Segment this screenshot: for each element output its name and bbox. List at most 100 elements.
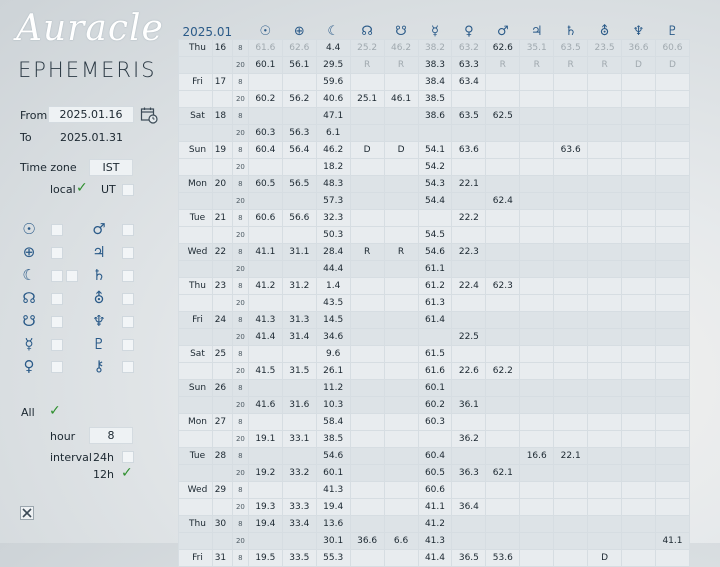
table-cell bbox=[587, 311, 623, 329]
venus-checkbox[interactable] bbox=[51, 361, 63, 373]
mercury-checkbox[interactable] bbox=[51, 339, 63, 351]
table-cell bbox=[485, 175, 521, 193]
table-cell: 23.5 bbox=[587, 39, 623, 57]
table-cell bbox=[349, 192, 385, 210]
table-cell bbox=[654, 124, 691, 142]
close-icon[interactable] bbox=[20, 505, 34, 524]
table-cell: R bbox=[587, 56, 623, 74]
ephemeris-table: 2025.01 ☉ ⊕ ☾ ☊ ☋ ☿ ♀ ♂ ♃ ♄ ⛢ ♆ ♇ Thu 16 8 61.6 62.6 4.4 2… bbox=[178, 24, 691, 567]
table-cell bbox=[587, 243, 623, 261]
chiron-icon: ⚷ bbox=[93, 357, 105, 375]
table-cell bbox=[621, 532, 656, 550]
table-cell bbox=[451, 90, 487, 108]
table-cell bbox=[349, 226, 385, 244]
table-cell bbox=[519, 311, 555, 329]
table-cell bbox=[451, 345, 487, 363]
jupiter-checkbox[interactable] bbox=[122, 247, 134, 259]
table-cell: 11.2 bbox=[315, 379, 351, 397]
neptune-icon: ♆ bbox=[92, 312, 106, 330]
table-row: Mon 20 8 60.5 56.5 48.3 54.3 22.1 bbox=[178, 175, 691, 193]
row-date: 23 bbox=[211, 277, 233, 295]
mars-checkbox[interactable] bbox=[122, 224, 134, 236]
table-cell: 62.5 bbox=[485, 107, 521, 125]
row-date: 26 bbox=[211, 379, 233, 397]
table-cell bbox=[519, 243, 555, 261]
column-header-icon: ☾ bbox=[327, 24, 340, 39]
timezone-label: Time zone bbox=[20, 161, 77, 174]
table-cell: 41.1 bbox=[654, 532, 691, 550]
table-cell bbox=[519, 379, 555, 397]
table-cell: 22.1 bbox=[553, 447, 589, 465]
calendar-icon[interactable] bbox=[140, 106, 158, 128]
table-cell bbox=[553, 209, 589, 227]
interval-24h-checkbox[interactable] bbox=[122, 451, 134, 463]
table-cell bbox=[621, 124, 656, 142]
hour-input[interactable]: 8 bbox=[89, 427, 133, 444]
table-cell bbox=[451, 158, 487, 176]
table-cell: 29.5 bbox=[315, 56, 351, 74]
table-cell: 63.5 bbox=[451, 107, 487, 125]
moon-extra-checkbox[interactable] bbox=[66, 270, 78, 282]
table-cell bbox=[519, 209, 555, 227]
from-date-input[interactable]: 2025.01.16 bbox=[48, 106, 134, 123]
table-cell: 22.4 bbox=[451, 277, 487, 295]
table-cell bbox=[383, 260, 419, 278]
table-cell bbox=[383, 498, 419, 516]
row-day: Sat bbox=[178, 107, 213, 125]
table-cell bbox=[587, 260, 623, 278]
all-checkbox-checked[interactable]: ✓ bbox=[49, 403, 61, 419]
table-row: Sat 18 8 47.1 38.6 63.5 62.5 bbox=[178, 107, 691, 125]
ut-checkbox[interactable] bbox=[122, 184, 134, 196]
neptune-checkbox[interactable] bbox=[122, 316, 134, 328]
pluto-checkbox[interactable] bbox=[122, 339, 134, 351]
table-cell: 18.2 bbox=[315, 158, 351, 176]
table-cell: 33.5 bbox=[281, 549, 317, 567]
table-cell bbox=[587, 532, 623, 550]
local-checkbox-checked[interactable]: ✓ bbox=[76, 180, 88, 196]
table-cell bbox=[247, 260, 283, 278]
table-cell: 61.6 bbox=[417, 362, 453, 380]
row-day bbox=[178, 124, 213, 142]
chiron-checkbox[interactable] bbox=[122, 361, 134, 373]
table-cell: 38.5 bbox=[315, 430, 351, 448]
table-cell bbox=[451, 226, 487, 244]
table-cell bbox=[485, 73, 521, 91]
north-node-checkbox[interactable] bbox=[51, 293, 63, 305]
row-hour: 20 bbox=[231, 226, 249, 244]
table-cell bbox=[247, 107, 283, 125]
row-date: 27 bbox=[211, 413, 233, 431]
table-cell bbox=[485, 413, 521, 431]
timezone-input[interactable]: IST bbox=[89, 159, 133, 176]
table-cell bbox=[485, 532, 521, 550]
moon-checkbox[interactable] bbox=[51, 270, 63, 282]
saturn-checkbox[interactable] bbox=[122, 270, 134, 282]
table-cell bbox=[587, 226, 623, 244]
table-row: 20 44.4 61.1 bbox=[178, 260, 691, 278]
table-cell bbox=[485, 498, 521, 516]
uranus-checkbox[interactable] bbox=[122, 293, 134, 305]
table-cell: 60.3 bbox=[247, 124, 283, 142]
table-cell bbox=[349, 447, 385, 465]
table-cell bbox=[587, 158, 623, 176]
to-date-input[interactable]: 2025.01.31 bbox=[60, 131, 123, 144]
row-day: Thu bbox=[178, 515, 213, 533]
row-hour: 20 bbox=[231, 260, 249, 278]
table-cell: 61.3 bbox=[417, 294, 453, 312]
table-cell: 38.3 bbox=[417, 56, 453, 74]
row-day: Sat bbox=[178, 345, 213, 363]
table-cell bbox=[485, 481, 521, 499]
table-cell bbox=[553, 430, 589, 448]
row-hour: 8 bbox=[231, 175, 249, 193]
table-cell: 31.5 bbox=[281, 362, 317, 380]
row-date bbox=[211, 260, 233, 278]
sun-checkbox[interactable] bbox=[51, 224, 63, 236]
table-cell bbox=[553, 90, 589, 108]
row-date: 21 bbox=[211, 209, 233, 227]
table-cell bbox=[281, 226, 317, 244]
row-date: 31 bbox=[211, 549, 233, 567]
interval-12h-checkbox-checked[interactable]: ✓ bbox=[121, 465, 133, 481]
south-node-checkbox[interactable] bbox=[51, 316, 63, 328]
table-row: Sun 19 8 60.4 56.4 46.2 D D 54.1 63.6 63.6 bbox=[178, 141, 691, 159]
table-cell: 63.6 bbox=[451, 141, 487, 159]
earth-checkbox[interactable] bbox=[51, 247, 63, 259]
